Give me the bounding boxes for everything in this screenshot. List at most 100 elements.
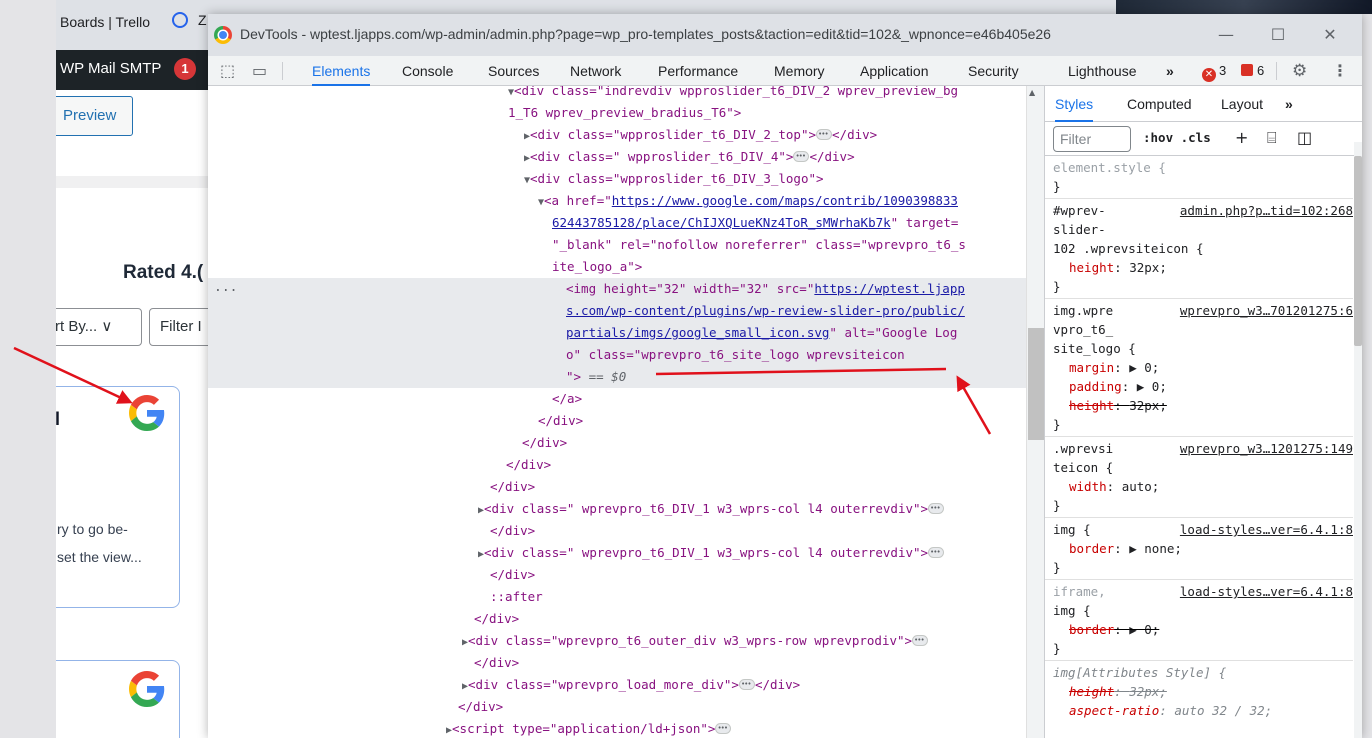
dom-node[interactable]: ▼<div class="indrevdiv wpproslider_t6_DI…: [508, 86, 958, 102]
collapsed-content-ellipsis[interactable]: [715, 717, 732, 738]
tab-background-2[interactable]: Z: [172, 12, 207, 28]
dom-node-text: "_blank" rel="nofollow noreferrer" class…: [552, 237, 966, 252]
sort-by-select[interactable]: rt By... ∨: [56, 308, 142, 346]
dom-node[interactable]: ▼<div class="wpproslider_t6_DIV_3_logo">: [524, 168, 824, 190]
src-link[interactable]: s.com/wp-content/plugins/wp-review-slide…: [566, 303, 965, 318]
css-property[interactable]: height: [1053, 260, 1114, 275]
collapsed-content-ellipsis[interactable]: [928, 497, 945, 519]
rule-source-link[interactable]: load-styles…ver=6.4.1:8: [1180, 582, 1353, 601]
more-options-icon[interactable]: ⋮: [1332, 61, 1348, 81]
wp-mail-smtp-menu[interactable]: WP Mail SMTP: [60, 60, 161, 77]
collapsed-content-ellipsis[interactable]: [912, 629, 929, 651]
dom-node[interactable]: ▶<div class=" wprevpro_t6_DIV_1 w3_wprs-…: [478, 541, 945, 564]
rule-source-link[interactable]: load-styles…ver=6.4.1:8: [1180, 520, 1353, 539]
tab-performance[interactable]: Performance: [658, 56, 738, 86]
scroll-up-arrow-icon[interactable]: ▲: [1029, 88, 1035, 97]
error-icon: ✕: [1202, 68, 1216, 82]
dom-node-text: <div class=" wprevpro_t6_DIV_1 w3_wprs-c…: [484, 501, 929, 516]
styles-filter-input[interactable]: Filter: [1053, 126, 1131, 152]
src-link[interactable]: partials/imgs/google_small_icon.svg: [566, 325, 829, 340]
dom-node-continuation: s.com/wp-content/plugins/wp-review-slide…: [566, 300, 965, 322]
dom-node[interactable]: ▶<script type="application/ld+json">: [446, 717, 732, 738]
dom-node-text: o" class="wprevpro_t6_site_logo wprevsit…: [566, 347, 905, 362]
css-value[interactable]: auto;: [1122, 479, 1160, 494]
css-property[interactable]: margin: [1053, 360, 1114, 375]
new-style-rule-icon[interactable]: +: [1235, 128, 1248, 147]
minimize-button[interactable]: —: [1214, 24, 1238, 46]
css-value[interactable]: ▶ 0;: [1129, 360, 1159, 375]
tab-elements[interactable]: Elements: [312, 56, 371, 86]
paint-brush-icon[interactable]: ⌸: [1267, 128, 1277, 148]
dom-node-text: <div class="wprevpro_t6_outer_div w3_wpr…: [468, 633, 913, 648]
css-value[interactable]: 32px;: [1129, 398, 1167, 413]
filter-select[interactable]: Filter I: [149, 308, 208, 346]
collapsed-content-ellipsis[interactable]: [738, 673, 755, 695]
dom-node-img-selected[interactable]: <img height="32" width="32" src="https:/…: [566, 278, 965, 300]
css-property[interactable]: padding: [1053, 379, 1122, 394]
inspect-element-icon[interactable]: ⬚: [220, 61, 235, 81]
rule-source-link[interactable]: wprevpro_w3…701201275:6: [1180, 301, 1353, 320]
styles-filterbar: Filter :hov .cls + ⌸ ◫: [1045, 122, 1362, 156]
more-tabs-button[interactable]: »: [1166, 56, 1174, 86]
device-toolbar-icon[interactable]: ▭: [252, 61, 267, 81]
sidebar-toggle-icon[interactable]: ◫: [1297, 128, 1312, 147]
collapsed-content-ellipsis[interactable]: [793, 145, 810, 167]
dom-node[interactable]: ▶<div class="wprevpro_t6_outer_div w3_wp…: [462, 629, 929, 652]
node-actions-ellipsis[interactable]: ...: [214, 280, 237, 295]
collapsed-content-ellipsis[interactable]: [816, 123, 833, 145]
tab-computed[interactable]: Computed: [1127, 86, 1192, 122]
rule-close: }: [1053, 641, 1061, 656]
tab-application[interactable]: Application: [860, 56, 929, 86]
css-value[interactable]: 32px;: [1129, 684, 1167, 699]
maximize-button[interactable]: ☐: [1266, 24, 1290, 46]
css-property-overridden[interactable]: height: [1053, 398, 1114, 413]
css-property[interactable]: width: [1053, 479, 1107, 494]
tab-sources[interactable]: Sources: [488, 56, 539, 86]
style-rule: img[Attributes Style] { height: 32px; as…: [1053, 665, 1273, 718]
tab-memory[interactable]: Memory: [774, 56, 825, 86]
css-property-overridden[interactable]: border: [1053, 622, 1114, 637]
collapsed-content-ellipsis[interactable]: [928, 541, 945, 563]
error-counter[interactable]: ✕ 3: [1202, 61, 1226, 82]
tab-styles[interactable]: Styles: [1055, 86, 1094, 122]
dom-node-anchor[interactable]: ▼<a href="https://www.google.com/maps/co…: [538, 190, 958, 212]
wp-admin-bar: WP Mail SMTP 1: [56, 50, 212, 90]
dom-node[interactable]: ▶<div class="wpproslider_t6_DIV_2_top"><…: [524, 123, 877, 146]
dom-pseudo-element[interactable]: ::after: [490, 586, 543, 608]
dom-node-continuation: o" class="wprevpro_t6_site_logo wprevsit…: [566, 344, 905, 366]
dom-node[interactable]: ▶<div class="wprevpro_load_more_div"></d…: [462, 673, 800, 696]
css-value[interactable]: ▶ none;: [1129, 541, 1182, 556]
elements-scrollbar-thumb[interactable]: [1028, 328, 1044, 440]
tab-trello[interactable]: Boards | Trello: [60, 14, 150, 30]
tab-console[interactable]: Console: [402, 56, 453, 86]
tab-lighthouse[interactable]: Lighthouse: [1068, 56, 1137, 86]
divider: [282, 62, 283, 80]
issue-counter[interactable]: 6: [1241, 61, 1264, 81]
css-property[interactable]: aspect-ratio: [1053, 703, 1159, 718]
href-link[interactable]: https://www.google.com/maps/contrib/1090…: [612, 193, 958, 208]
styles-scrollbar-thumb[interactable]: [1354, 156, 1362, 346]
css-value[interactable]: ▶ 0;: [1137, 379, 1167, 394]
href-link[interactable]: 62443785128/place/ChIJXQLueKNz4ToR_sMWrh…: [552, 215, 891, 230]
hov-cls-toggles[interactable]: :hov .cls: [1143, 130, 1211, 145]
gear-icon[interactable]: ⚙: [1292, 61, 1307, 81]
tab-network[interactable]: Network: [570, 56, 621, 86]
src-link[interactable]: https://wptest.ljapp: [814, 281, 965, 296]
css-property[interactable]: border: [1053, 541, 1114, 556]
rule-selector: img[Attributes Style] {: [1053, 665, 1227, 680]
css-value[interactable]: ▶ 0;: [1129, 622, 1159, 637]
css-value[interactable]: 32px;: [1129, 260, 1167, 275]
tab-security[interactable]: Security: [968, 56, 1019, 86]
selected-node-marker: == $0: [581, 369, 627, 384]
css-property-overridden[interactable]: height: [1053, 684, 1114, 699]
rule-source-link[interactable]: wprevpro_w3…1201275:149: [1180, 439, 1353, 458]
preview-button[interactable]: Preview: [56, 96, 133, 136]
tab-layout[interactable]: Layout: [1221, 86, 1263, 122]
dom-node[interactable]: ▶<div class=" wprevpro_t6_DIV_1 w3_wprs-…: [478, 497, 945, 520]
close-button[interactable]: ✕: [1318, 24, 1342, 46]
dom-node[interactable]: ▶<div class=" wpproslider_t6_DIV_4"></di…: [524, 145, 855, 168]
rule-source-link[interactable]: admin.php?p…tid=102:268: [1180, 201, 1353, 220]
css-value[interactable]: auto 32 / 32;: [1174, 703, 1272, 718]
dom-node-text: </div>: [506, 457, 552, 472]
more-panes-button[interactable]: »: [1285, 86, 1293, 122]
